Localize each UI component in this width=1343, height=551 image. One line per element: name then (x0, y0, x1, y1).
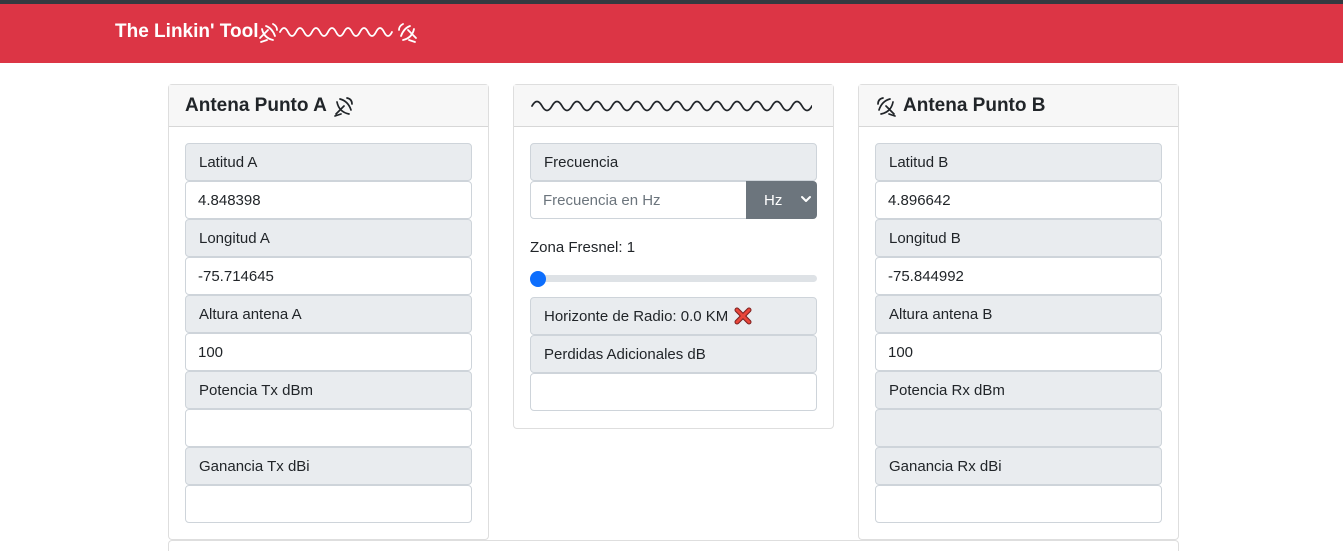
frequency-unit-value: Hz (764, 191, 783, 209)
link-settings-header (514, 85, 833, 127)
longitude-a-input[interactable] (185, 257, 472, 295)
antenna-b-card: Antena Punto B Latitud B Longitud B Altu… (858, 84, 1179, 540)
longitude-b-label: Longitud B (875, 219, 1162, 257)
fresnel-slider-thumb[interactable] (530, 271, 546, 287)
frequency-unit-select[interactable]: Hz (746, 181, 817, 219)
height-a-input[interactable] (185, 333, 472, 371)
height-b-label: Altura antena B (875, 295, 1162, 333)
frequency-input[interactable] (530, 181, 747, 219)
wave-link-icon (531, 100, 812, 111)
height-b-input[interactable] (875, 333, 1162, 371)
tx-power-label: Potencia Tx dBm (185, 371, 472, 409)
latitude-b-input[interactable] (875, 181, 1162, 219)
antenna-a-header: Antena Punto A (169, 85, 488, 127)
tx-gain-input[interactable] (185, 485, 472, 523)
fresnel-zone-label: Zona Fresnel: 1 (530, 239, 636, 256)
satellite-dish-icon (877, 96, 896, 117)
tx-power-input[interactable] (185, 409, 472, 447)
link-settings-card: Frecuencia Hz Zona Fresnel: 1 Horizonte … (513, 84, 834, 429)
extra-losses-input[interactable] (530, 373, 817, 411)
radio-horizon-label: Horizonte de Radio: 0.0 KM (530, 297, 817, 335)
rx-power-label: Potencia Rx dBm (875, 371, 1162, 409)
height-a-label: Altura antena A (185, 295, 472, 333)
cross-mark-icon (734, 307, 752, 325)
radio-horizon-text: Horizonte de Radio: 0.0 KM (544, 307, 729, 325)
antenna-a-title: Antena Punto A (185, 94, 327, 116)
latitude-a-input[interactable] (185, 181, 472, 219)
app-title: The Linkin' Tool (115, 21, 259, 42)
rx-gain-label: Ganancia Rx dBi (875, 447, 1162, 485)
brand[interactable]: The Linkin' Tool (115, 18, 420, 46)
latitude-b-label: Latitud B (875, 143, 1162, 181)
fresnel-zone-slider[interactable] (530, 271, 817, 287)
chevron-down-icon (801, 196, 811, 202)
antenna-a-card: Antena Punto A Latitud A Longitud A Altu… (168, 84, 489, 540)
longitude-a-label: Longitud A (185, 219, 472, 257)
extra-losses-label: Perdidas Adicionales dB (530, 335, 817, 373)
navbar: The Linkin' Tool (0, 4, 1343, 63)
rx-gain-input[interactable] (875, 485, 1162, 523)
frequency-label: Frecuencia (530, 143, 817, 181)
tx-gain-label: Ganancia Tx dBi (185, 447, 472, 485)
results-card (168, 540, 1179, 551)
antenna-b-header: Antena Punto B (859, 85, 1178, 127)
rx-power-output (875, 409, 1162, 447)
brand-signal-icon (259, 23, 418, 43)
antenna-b-title: Antena Punto B (903, 94, 1046, 116)
latitude-a-label: Latitud A (185, 143, 472, 181)
satellite-dish-icon (333, 96, 353, 117)
longitude-b-input[interactable] (875, 257, 1162, 295)
